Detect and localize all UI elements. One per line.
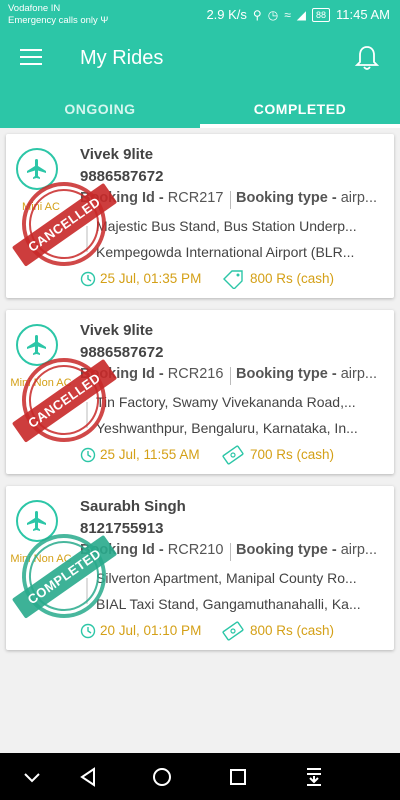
ride-fare: 800 Rs (cash) [250,271,335,286]
drop-address: Yeshwanthpur, Bengaluru, Karnataka, In..… [96,420,358,436]
booking-id: RCR210 [167,542,224,558]
pickup-address: Majestic Bus Stand, Bus Station Underp..… [96,218,357,234]
bell-icon[interactable] [354,44,380,72]
emergency-label: Emergency calls only Ψ [8,15,109,26]
home-icon[interactable] [150,765,174,789]
booking-type-label: Booking type - [236,366,341,382]
airplane-icon [27,335,46,355]
status-bar: Vodafone IN Emergency calls only Ψ 2.9 K… [0,0,400,30]
booking-type-value: airp... [340,366,377,382]
location-icon: ⚲ [252,7,262,22]
booking-type-value: airp... [340,542,377,558]
ride-card[interactable]: Mini Non AC Saurabh Singh 8121755913 Boo… [5,486,394,650]
clock: 11:45 AM [336,7,390,22]
carrier-info: Vodafone IN Emergency calls only Ψ [8,3,108,27]
booking-row: Booking Id - RCR216 Booking type - airp.… [80,366,386,386]
pickup-address: Silverton Apartment, Manipal County Ro..… [96,570,357,586]
booking-type: Booking type - airp... [236,366,386,382]
booking-type-label: Booking type - [236,542,341,558]
booking-row: Booking Id - RCR210 Booking type - airp.… [80,542,386,562]
driver-phone[interactable]: 9886587672 [80,344,163,361]
network-speed: 2.9 K/s [206,7,247,22]
ride-date: 25 Jul, 11:55 AM [100,447,200,462]
ride-fare: 700 Rs (cash) [250,447,335,462]
driver-phone[interactable]: 9886587672 [80,168,163,185]
booking-id: RCR216 [167,366,224,382]
app-bar: My Rides [0,30,400,90]
booking-type-label: Booking type - [236,190,341,206]
cash-icon [222,621,244,641]
booking-id: RCR217 [167,190,224,206]
cash-icon [222,445,244,465]
booking-type: Booking type - airp... [236,542,386,558]
ride-date: 25 Jul, 01:35 PM [100,271,202,286]
driver-name: Saurabh Singh [80,498,186,515]
driver-phone[interactable]: 8121755913 [80,520,163,537]
pickup-address: Tin Factory, Swamy Vivekananda Road,... [96,394,356,410]
booking-type: Booking type - airp... [236,190,386,206]
price-tag-icon [223,270,243,289]
ride-list[interactable]: Mini AC Vivek 9lite 9886587672 Booking I… [0,128,400,753]
notification-pull-icon[interactable] [302,765,326,789]
divider [230,191,231,209]
ride-card[interactable]: Mini AC Vivek 9lite 9886587672 Booking I… [5,134,394,298]
ride-card[interactable]: Mini Non AC Vivek 9lite 9886587672 Booki… [5,310,394,474]
usb-icon: Ψ [100,15,109,26]
tab-completed[interactable]: COMPLETED [200,90,400,128]
chevron-down-icon[interactable] [20,765,44,789]
recents-icon[interactable] [226,765,250,789]
carrier-name: Vodafone IN [8,3,61,14]
menu-icon[interactable] [20,49,42,67]
alarm-icon: ◷ [267,7,279,22]
signal-icon: ◢ [296,7,307,22]
page-title: My Rides [80,47,164,69]
ride-tabs: ONGOING COMPLETED [0,90,400,128]
drop-address: Kempegowda International Airport (BLR... [96,244,355,260]
drop-address: BIAL Taxi Stand, Gangamuthanahalli, Ka..… [96,596,361,612]
battery-indicator: 88 [312,7,331,22]
divider [230,543,231,561]
clock-icon [80,623,96,639]
airplane-icon [27,159,46,179]
divider [230,367,231,385]
booking-row: Booking Id - RCR217 Booking type - airp.… [80,190,386,210]
ride-date: 20 Jul, 01:10 PM [100,623,202,638]
wifi-icon: ≈ [284,7,291,22]
status-icons: 2.9 K/s ⚲ ◷ ≈ ◢ 88 11:45 AM [206,7,390,22]
driver-name: Vivek 9lite [80,146,154,163]
tab-ongoing[interactable]: ONGOING [0,90,200,128]
driver-name: Vivek 9lite [80,322,154,339]
airplane-icon [27,511,46,531]
clock-icon [80,271,96,287]
clock-icon [80,447,96,463]
ride-fare: 800 Rs (cash) [250,623,335,638]
booking-type-value: airp... [340,190,377,206]
back-icon[interactable] [76,765,100,789]
system-nav-bar [0,753,400,800]
